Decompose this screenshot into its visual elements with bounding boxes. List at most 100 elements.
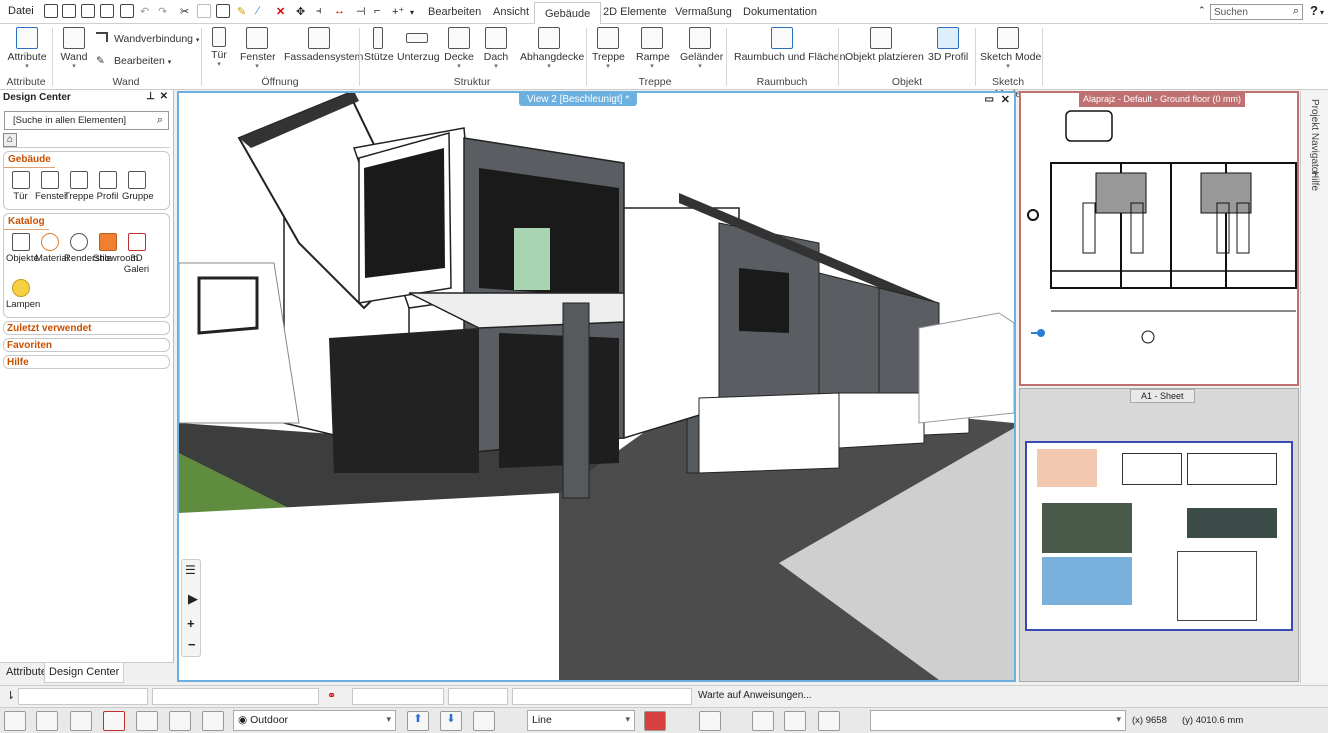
dc-item-material[interactable]: Material bbox=[35, 233, 69, 275]
align-icon[interactable]: ⫞ bbox=[316, 5, 322, 18]
link-icon[interactable]: ⚭ bbox=[327, 689, 336, 702]
abhangdecke-button[interactable]: Abhangdecke ▾ bbox=[520, 27, 584, 70]
zoom-in-icon[interactable]: + bbox=[187, 616, 195, 631]
trim-icon[interactable]: ⊣ bbox=[356, 5, 366, 18]
copy-icon[interactable] bbox=[197, 4, 211, 18]
section-help[interactable]: Hilfe bbox=[3, 355, 170, 369]
3d-profil-button[interactable]: 3D Profil bbox=[928, 27, 968, 63]
command-field-1[interactable] bbox=[18, 688, 148, 705]
tab-dokumentation[interactable]: Dokumentation bbox=[733, 4, 827, 24]
cut-icon[interactable]: ✂ bbox=[180, 5, 189, 18]
stuetze-button[interactable]: Stütze bbox=[364, 27, 394, 63]
quickbar-more-icon[interactable]: ▾ bbox=[410, 8, 414, 17]
wand-button[interactable]: Wand ▾ bbox=[58, 27, 90, 70]
open-folder-icon[interactable] bbox=[62, 4, 76, 18]
ribbon-collapse-icon[interactable]: ⌃ bbox=[1198, 5, 1206, 16]
command-field-3[interactable] bbox=[352, 688, 444, 705]
dimension-icon[interactable]: ↔ bbox=[334, 5, 345, 17]
move-icon[interactable]: ✥ bbox=[296, 5, 305, 18]
new-file-icon[interactable] bbox=[44, 4, 58, 18]
line-type-select[interactable]: Line ▾ bbox=[527, 710, 635, 731]
sheet-viewport[interactable]: A1 - Sheet bbox=[1019, 388, 1299, 682]
snap-point-icon[interactable] bbox=[752, 711, 774, 731]
dc-search-field[interactable]: [Suche in allen Elementen] ⌕ bbox=[4, 111, 169, 130]
corner-icon[interactable]: ⌐ bbox=[374, 5, 380, 17]
dach-button[interactable]: Dach ▾ bbox=[482, 27, 510, 70]
attribute-button[interactable]: Attribute ▾ bbox=[6, 27, 48, 70]
settings-gear-icon[interactable] bbox=[4, 711, 26, 731]
bearbeiten-button[interactable]: ✎ Bearbeiten ▾ bbox=[96, 55, 171, 67]
section-recent[interactable]: Zuletzt verwendet bbox=[3, 321, 170, 335]
cursor-select-icon[interactable] bbox=[169, 711, 191, 731]
section-head-katalog[interactable]: Katalog bbox=[4, 214, 49, 230]
fassadensystem-button[interactable]: Fassadensystem bbox=[284, 27, 363, 63]
delete-icon[interactable]: ✕ bbox=[276, 5, 285, 18]
coordinate-input[interactable]: ▾ bbox=[870, 710, 1126, 731]
pin-icon[interactable]: ⊥ bbox=[146, 91, 155, 102]
save-icon[interactable] bbox=[81, 4, 95, 18]
close-icon[interactable]: ✕ bbox=[160, 91, 168, 102]
relative-coords-icon[interactable] bbox=[784, 711, 806, 731]
dc-item-lampen[interactable]: Lampen bbox=[6, 279, 40, 310]
grid-snap-icon[interactable] bbox=[36, 711, 58, 731]
dc-item-profil[interactable]: Profil bbox=[93, 171, 122, 202]
arrow-up-icon[interactable]: ⬆ bbox=[407, 711, 429, 731]
help-icon[interactable]: ? bbox=[1310, 3, 1318, 18]
save-all-icon[interactable] bbox=[100, 4, 114, 18]
3d-viewport[interactable]: View 2 [Beschleunigt] * ▭ ✕ ☰ ▶ + − bbox=[177, 91, 1016, 682]
search-icon[interactable]: ⌕ bbox=[157, 114, 163, 127]
hammer-icon[interactable] bbox=[473, 711, 495, 731]
print-icon[interactable] bbox=[120, 4, 134, 18]
paste-icon[interactable] bbox=[216, 4, 230, 18]
dc-item-3d-galeri[interactable]: 3D Galeri bbox=[122, 233, 151, 275]
angle-icon[interactable] bbox=[136, 711, 158, 731]
help-tab[interactable]: Hilfe bbox=[1309, 171, 1320, 191]
command-field-4[interactable] bbox=[448, 688, 508, 705]
raumbuch-button[interactable]: Raumbuch und Flächen bbox=[734, 27, 846, 63]
gelaender-button[interactable]: Geländer ▾ bbox=[680, 27, 723, 70]
dc-item-gruppe[interactable]: Gruppe bbox=[122, 171, 154, 202]
command-field-2[interactable] bbox=[152, 688, 319, 705]
eyedropper-icon[interactable]: ⁄ bbox=[257, 5, 259, 17]
sketch-mode-button[interactable]: Sketch Mode ▾ bbox=[980, 27, 1041, 70]
fenster-button[interactable]: Fenster ▾ bbox=[240, 27, 276, 70]
dc-search-input[interactable]: [Suche in allen Elementen] bbox=[13, 115, 126, 126]
redo-icon[interactable]: ↷ bbox=[158, 5, 167, 18]
tab-ansicht[interactable]: Ansicht bbox=[483, 4, 539, 24]
wandverbindung-button[interactable]: Wandverbindung ▾ bbox=[96, 32, 199, 45]
home-icon[interactable]: ⌂ bbox=[3, 133, 17, 147]
dc-item-tuer[interactable]: Tür bbox=[6, 171, 35, 202]
treppe-button[interactable]: Treppe ▾ bbox=[592, 27, 625, 70]
decke-button[interactable]: Decke ▾ bbox=[444, 27, 474, 70]
layer-view-select[interactable]: ◉ Outdoor ▾ bbox=[233, 710, 396, 731]
close-icon[interactable]: ✕ bbox=[1001, 93, 1010, 106]
dc-item-treppe[interactable]: Treppe bbox=[64, 171, 94, 202]
floorplan-viewport[interactable]: Alaprajz - Default - Ground floor (0 mm) bbox=[1019, 91, 1299, 386]
tab-bearbeiten[interactable]: Bearbeiten bbox=[418, 4, 491, 24]
navigation-arrow-icon[interactable] bbox=[699, 711, 721, 731]
magnet-icon[interactable] bbox=[103, 711, 125, 731]
command-input[interactable] bbox=[512, 688, 692, 705]
search-input[interactable]: Suchen bbox=[1214, 7, 1248, 18]
rampe-button[interactable]: Rampe ▾ bbox=[636, 27, 670, 70]
file-menu[interactable]: Datei bbox=[8, 5, 34, 17]
layer-list-icon[interactable] bbox=[202, 711, 224, 731]
unterzug-button[interactable]: Unterzug bbox=[397, 27, 440, 63]
add-point-icon[interactable]: +⁺ bbox=[392, 5, 404, 18]
list-icon[interactable]: ☰ bbox=[185, 563, 196, 577]
objekt-platzieren-button[interactable]: Objekt platzieren bbox=[845, 27, 924, 63]
dc-item-showroom[interactable]: Showroom bbox=[93, 233, 138, 275]
fill-color-icon[interactable] bbox=[644, 711, 666, 731]
arrow-down-icon[interactable]: ⬇ bbox=[440, 711, 462, 731]
brush-icon[interactable]: ✎ bbox=[237, 5, 246, 18]
undo-icon[interactable]: ↶ bbox=[140, 5, 149, 18]
dc-item-objekte[interactable]: Objekte bbox=[6, 233, 39, 275]
zoom-out-icon[interactable]: − bbox=[188, 637, 196, 652]
search-icon[interactable]: ⌕ bbox=[1293, 5, 1299, 18]
tab-design-center[interactable]: Design Center bbox=[44, 663, 125, 683]
tab-attribute[interactable]: Attribute bbox=[3, 666, 50, 678]
tab-vermassung[interactable]: Vermaßung bbox=[665, 4, 742, 24]
project-navigator-tab[interactable]: Projekt Navigator bbox=[1309, 99, 1320, 176]
play-icon[interactable]: ▶ bbox=[188, 591, 198, 607]
help-dropdown-icon[interactable]: ▾ bbox=[1320, 8, 1324, 17]
